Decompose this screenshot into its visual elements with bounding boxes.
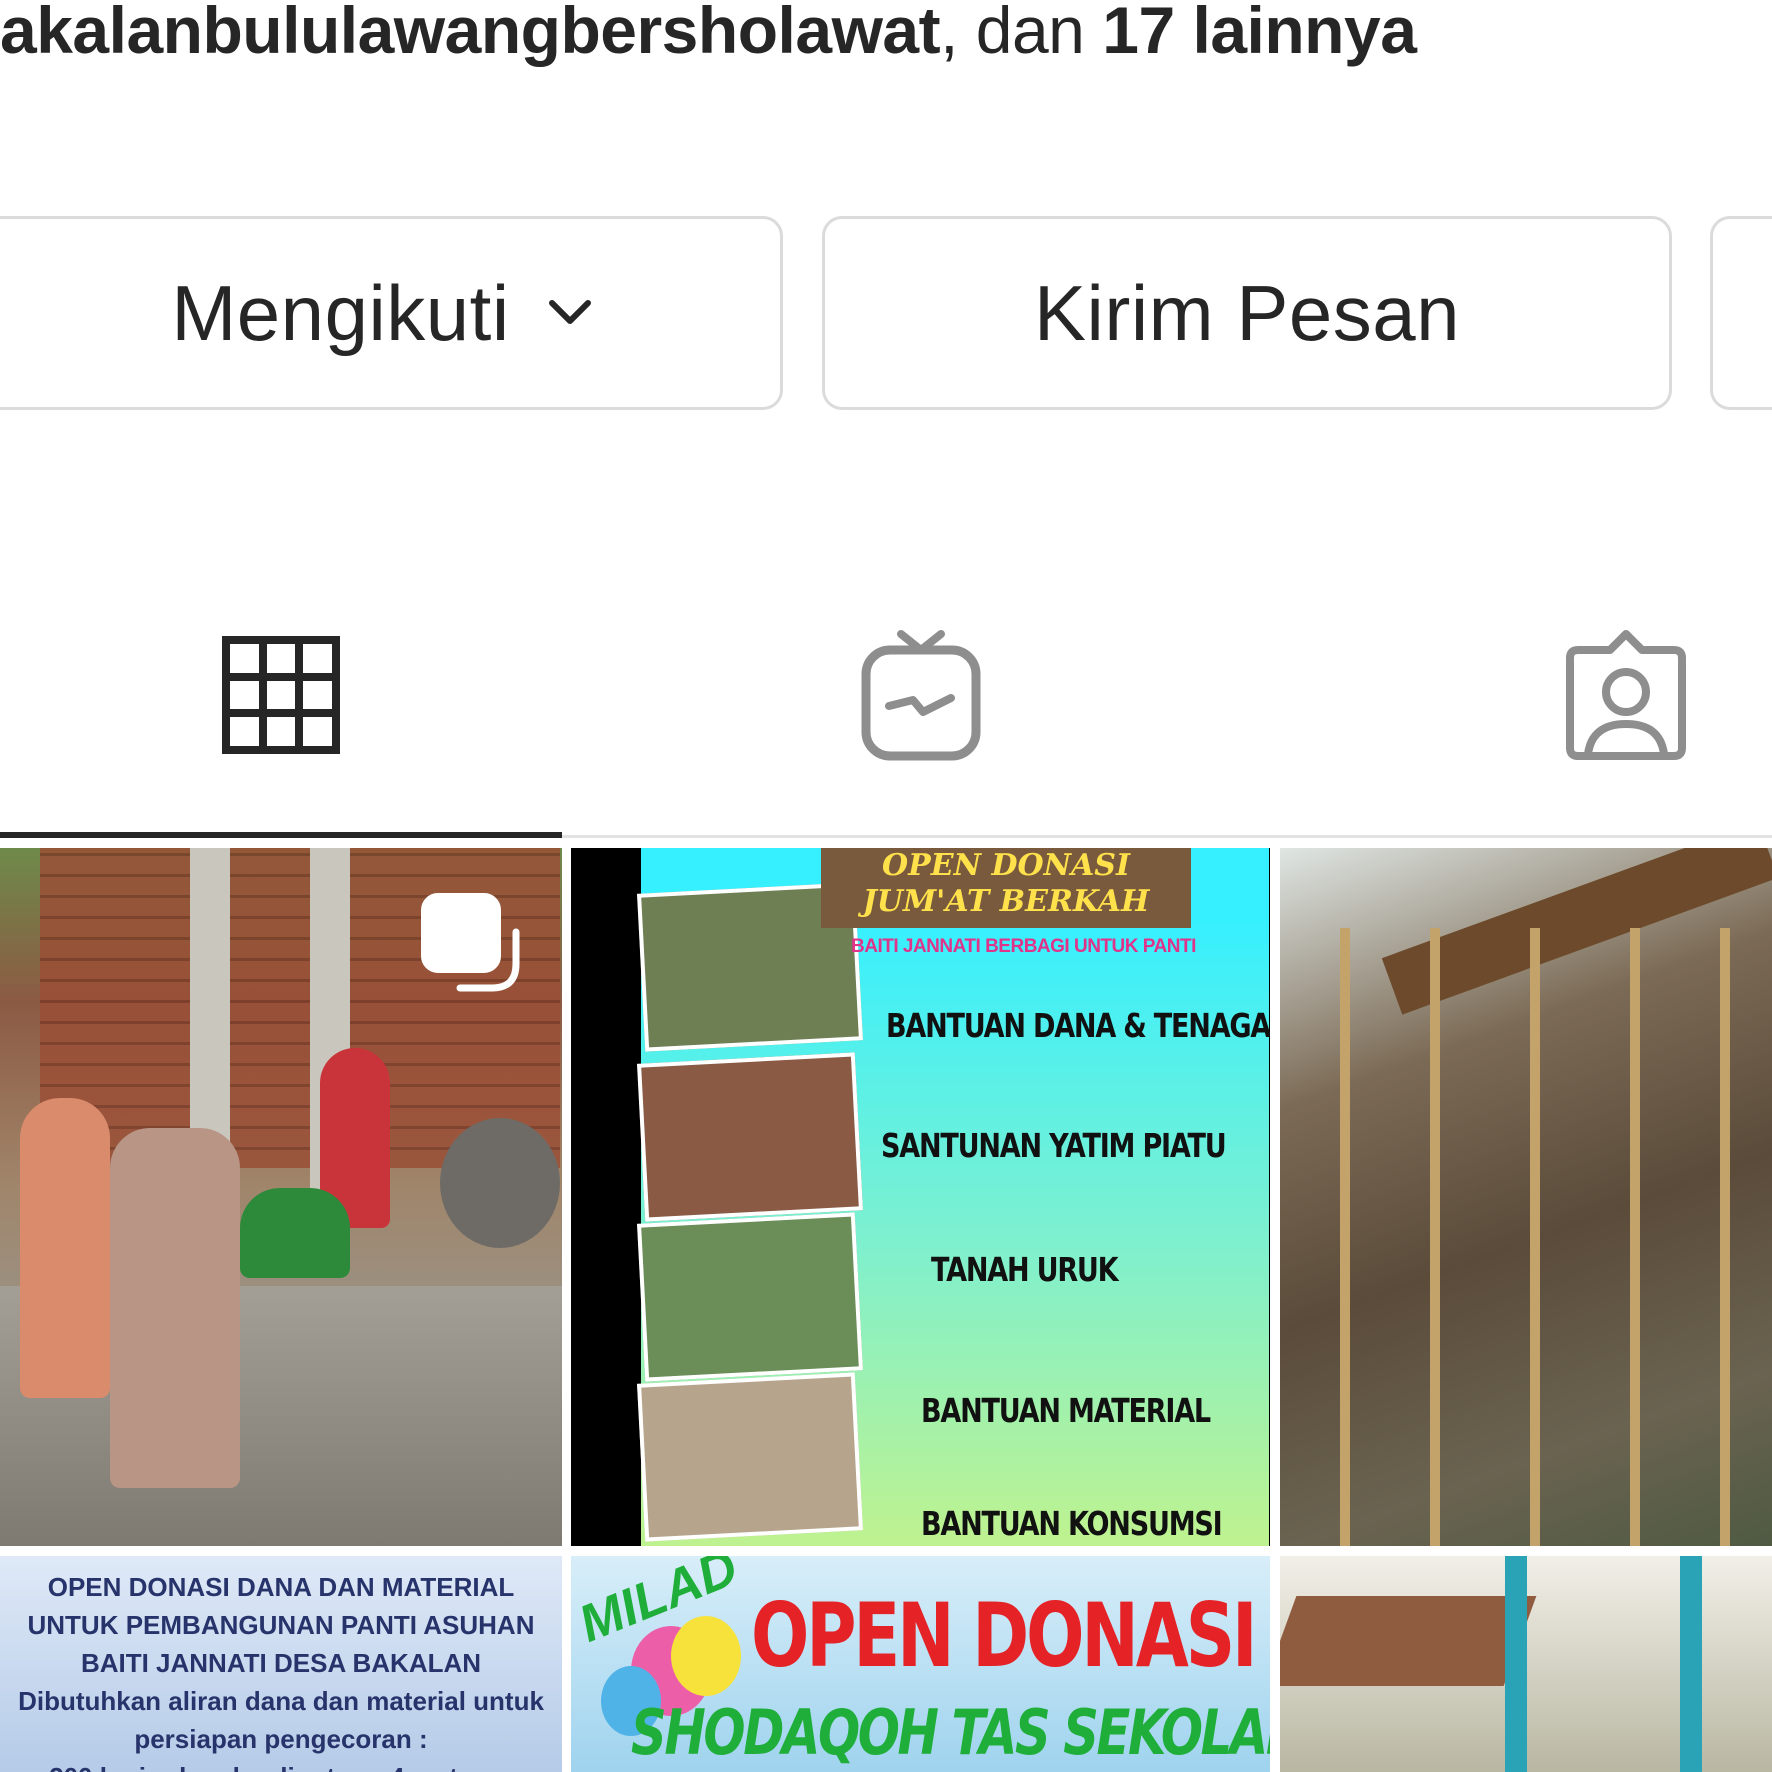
poster-banner-line: OPEN DONASI (882, 848, 1130, 883)
tab-posts-grid[interactable] (0, 560, 562, 838)
blue-pillar (1505, 1556, 1527, 1772)
donation-poster: OPEN DONASI JUM'AT BERKAH BAITI JANNATI … (637, 848, 1270, 1546)
suggested-accounts-button[interactable] (1710, 216, 1772, 410)
document-text: OPEN DONASI DANA DAN MATERIAL UNTUK PEMB… (0, 1568, 562, 1772)
chevron-down-icon (548, 299, 592, 327)
post-thumbnail-school-bag-donation[interactable]: MILAD OPEN DONASI SHODAQOH TAS SEKOLAH (571, 1556, 1270, 1772)
multiple-photos-icon (420, 892, 520, 997)
document-line: 200 lonjor bambu dipotong 4 meteran (0, 1758, 562, 1772)
roof (1280, 1596, 1537, 1686)
poster-subtitle: BAITI JANNATI BERBAGI UNTUK PANTI (851, 936, 1196, 957)
tagged-icon (1560, 628, 1692, 767)
tab-igtv[interactable] (640, 560, 1202, 835)
poster-banner-line: JUM'AT BERKAH (862, 884, 1150, 919)
bamboo-pole (1340, 928, 1350, 1546)
followed-by-username[interactable]: akalanbululawangbersholawat (0, 0, 941, 67)
followed-by-text[interactable]: akalanbululawangbersholawat, dan 17 lain… (0, 0, 1417, 78)
bamboo-pole (1530, 928, 1540, 1546)
profile-tabs (0, 560, 1772, 838)
poster-line: SANTUNAN YATIM PIATU (881, 1126, 1227, 1165)
poster-photo (637, 1372, 863, 1542)
send-message-button-label: Kirim Pesan (1034, 268, 1460, 357)
worker-figure (240, 1188, 350, 1278)
shodaqoh-subline: SHODAQOH TAS SEKOLAH (631, 1696, 1270, 1769)
document-line: OPEN DONASI DANA DAN MATERIAL (47, 1572, 515, 1602)
tab-tagged[interactable] (1345, 560, 1772, 835)
balloon (671, 1616, 741, 1696)
document-line: BAITI JANNATI DESA BAKALAN (80, 1648, 482, 1678)
following-button[interactable]: Mengikuti (0, 216, 783, 410)
roof-frame (1381, 848, 1772, 1015)
followed-by-separator: , dan (940, 0, 1103, 67)
grid-icon (222, 636, 340, 759)
poster-photo (637, 1052, 863, 1222)
posts-grid: OPEN DONASI JUM'AT BERKAH BAITI JANNATI … (0, 848, 1772, 1772)
poster-line: BANTUAN MATERIAL (921, 1391, 1211, 1430)
poster-photo (637, 1212, 863, 1382)
send-message-button[interactable]: Kirim Pesan (822, 216, 1672, 410)
igtv-icon (861, 628, 981, 767)
bamboo-pole (1630, 928, 1640, 1546)
worker-figure (20, 1098, 110, 1398)
bamboo-pole (1720, 928, 1730, 1546)
poster-line: BANTUAN KONSUMSI (921, 1504, 1223, 1543)
post-thumbnail-construction-workers[interactable] (0, 848, 562, 1546)
post-thumbnail-bamboo-scaffolding[interactable] (1280, 848, 1772, 1546)
open-donation-headline: OPEN DONASI (751, 1584, 1258, 1687)
post-thumbnail-donation-document[interactable]: OPEN DONASI DANA DAN MATERIAL UNTUK PEMB… (0, 1556, 562, 1772)
poster-line: TANAH URUK (931, 1250, 1119, 1289)
followed-by-others[interactable]: 17 lainnya (1102, 0, 1417, 67)
poster-line: BANTUAN DANA & TENAGA (886, 1006, 1270, 1045)
cement-mixer (440, 1118, 560, 1248)
following-button-label: Mengikuti (171, 268, 510, 357)
document-line: persiapan pengecoran : (134, 1724, 428, 1754)
document-line: Dibutuhkan aliran dana dan material untu… (18, 1686, 544, 1716)
post-thumbnail-building[interactable] (1280, 1556, 1772, 1772)
worker-figure (110, 1128, 240, 1488)
post-thumbnail-donation-poster[interactable]: OPEN DONASI JUM'AT BERKAH BAITI JANNATI … (571, 848, 1270, 1546)
document-line: UNTUK PEMBANGUNAN PANTI ASUHAN (27, 1610, 535, 1640)
bamboo-pole (1430, 928, 1440, 1546)
blue-pillar (1680, 1556, 1702, 1772)
poster-banner: OPEN DONASI JUM'AT BERKAH (821, 848, 1191, 928)
